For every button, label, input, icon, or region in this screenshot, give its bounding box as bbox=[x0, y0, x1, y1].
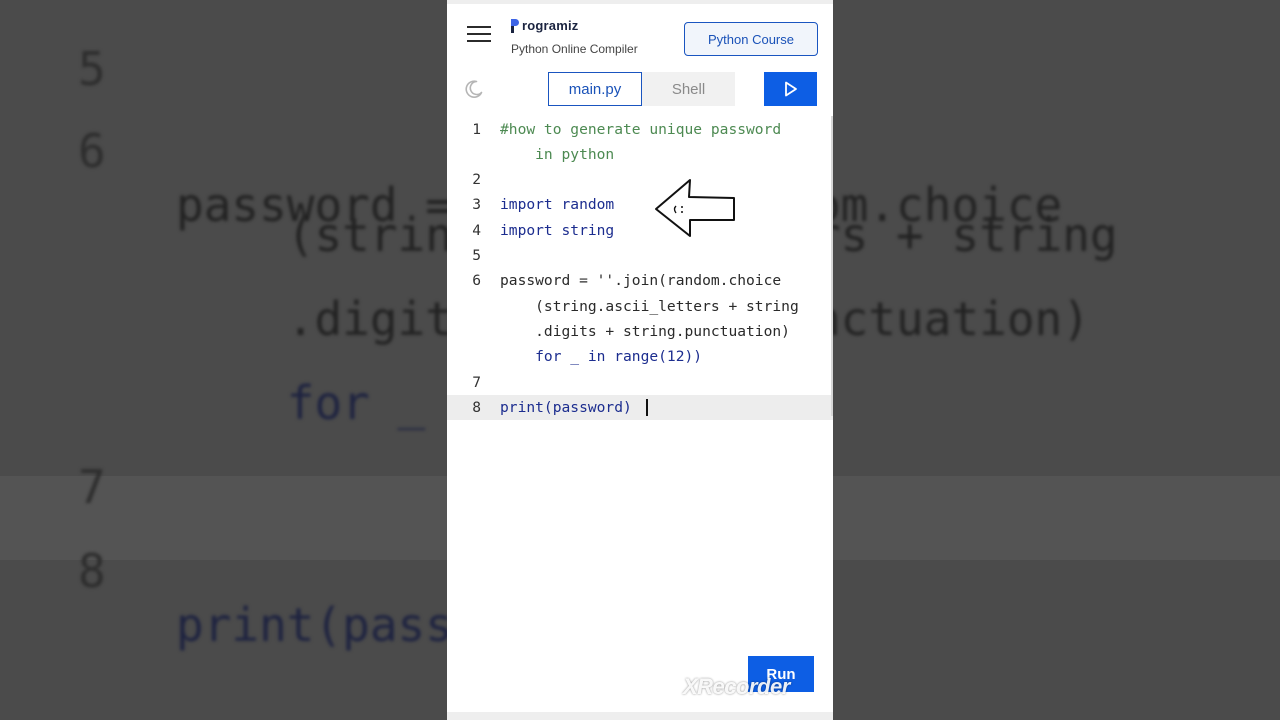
editor-toolbar: main.py Shell bbox=[447, 66, 833, 116]
code-line: (string.ascii_letters + string bbox=[447, 294, 833, 319]
xrecorder-watermark: XRecorder bbox=[683, 674, 790, 699]
line-number: 3 bbox=[472, 196, 481, 213]
line-number: 4 bbox=[472, 222, 481, 239]
phone-screen: rogramiz Python Online Compiler Python C… bbox=[447, 0, 833, 720]
line-number: 8 bbox=[472, 399, 481, 416]
code-line: for _ in range(12)) bbox=[447, 344, 833, 369]
code-text: (string.ascii_letters + string bbox=[500, 298, 799, 315]
logo-mark-icon bbox=[511, 18, 521, 33]
code-line: 4 import string bbox=[447, 218, 833, 243]
code-line: 1 #how to generate unique password bbox=[447, 117, 833, 142]
python-course-button[interactable]: Python Course bbox=[684, 22, 818, 56]
editor-scrollbar[interactable] bbox=[831, 116, 833, 416]
tab-shell[interactable]: Shell bbox=[642, 72, 735, 106]
run-play-button[interactable] bbox=[764, 72, 817, 106]
line-number: 2 bbox=[472, 171, 481, 188]
tab-main-py[interactable]: main.py bbox=[548, 72, 642, 106]
line-number: 5 bbox=[472, 247, 481, 264]
line-number: 6 bbox=[472, 272, 481, 289]
code-line: 3 import random bbox=[447, 192, 833, 217]
brand-name: rogramiz bbox=[522, 18, 579, 33]
code-text: .digits + string.punctuation) bbox=[500, 323, 790, 340]
line-number: 1 bbox=[472, 121, 481, 138]
hamburger-menu-icon[interactable] bbox=[467, 26, 491, 44]
play-icon bbox=[784, 81, 797, 97]
bottom-bar bbox=[447, 712, 833, 720]
code-line: 2 bbox=[447, 167, 833, 192]
code-text: in python bbox=[500, 146, 615, 163]
line-number: 7 bbox=[472, 374, 481, 391]
code-line: in python bbox=[447, 142, 833, 167]
code-text: #how to generate unique password bbox=[500, 121, 782, 138]
code-text: for _ in range(12)) bbox=[500, 348, 703, 365]
code-line: 5 bbox=[447, 243, 833, 268]
background-line-number: 8 bbox=[78, 544, 106, 598]
text-cursor bbox=[646, 399, 648, 416]
code-editor[interactable]: 1 #how to generate unique password in py… bbox=[447, 116, 833, 656]
code-text: import string bbox=[500, 222, 615, 239]
code-line: 6 password = ''.join(random.choice bbox=[447, 268, 833, 293]
top-bar: rogramiz Python Online Compiler Python C… bbox=[447, 0, 833, 66]
code-text: import random bbox=[500, 196, 615, 213]
programiz-logo[interactable]: rogramiz bbox=[511, 18, 579, 33]
moon-icon[interactable] bbox=[464, 79, 484, 99]
code-line: .digits + string.punctuation) bbox=[447, 319, 833, 344]
pointing-hand-arrow-icon bbox=[655, 179, 735, 237]
page-subtitle: Python Online Compiler bbox=[511, 42, 638, 56]
code-text: print(password) bbox=[500, 399, 632, 416]
code-line-active: 8 print(password) bbox=[447, 395, 833, 420]
code-text: password = ''.join(random.choice bbox=[500, 272, 782, 289]
code-line: 7 bbox=[447, 370, 833, 395]
